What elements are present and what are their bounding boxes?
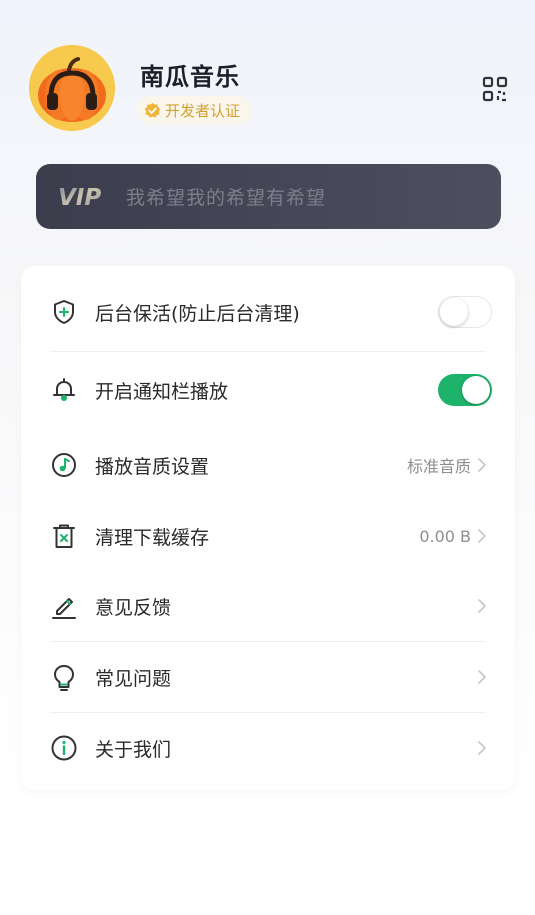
setting-label: 常见问题 (95, 667, 172, 690)
lightbulb-icon (54, 665, 74, 691)
setting-feedback[interactable]: 意见反馈 (21, 571, 515, 641)
notification-toggle[interactable] (438, 374, 492, 406)
setting-audio-quality[interactable]: 播放音质设置 标准音质 (21, 430, 515, 500)
chevron-right-icon (478, 458, 486, 472)
bell-icon (53, 378, 75, 401)
shield-plus-icon (54, 300, 74, 324)
vip-logo: VIP (58, 185, 101, 210)
setting-label: 后台保活(防止后台清理) (95, 302, 300, 325)
setting-about[interactable]: 关于我们 (21, 713, 515, 783)
badge-label: 开发者认证 (165, 101, 241, 120)
setting-label: 意见反馈 (95, 596, 172, 619)
setting-label: 清理下载缓存 (95, 526, 210, 549)
toggle-knob (462, 376, 490, 404)
pumpkin-headphones-icon (29, 45, 115, 131)
info-icon (51, 735, 77, 761)
svg-text:VIP: VIP (58, 185, 101, 210)
setting-background-keepalive[interactable]: 后台保活(防止后台清理) (21, 277, 515, 347)
settings-card: 后台保活(防止后台清理) 开启通知栏播放 播放音质设置 标准音质 清理下载缓存 … (21, 266, 515, 790)
profile-header: 南瓜音乐 开发者认证 (0, 0, 535, 160)
setting-value: 0.00 B (419, 526, 471, 546)
chevron-right-icon (478, 529, 486, 543)
app-avatar[interactable] (29, 45, 115, 131)
setting-value: 标准音质 (406, 457, 471, 476)
setting-label: 开启通知栏播放 (95, 380, 229, 403)
toggle-knob (440, 298, 468, 326)
keepalive-toggle[interactable] (438, 296, 492, 328)
qr-code-icon[interactable] (482, 76, 508, 102)
setting-faq[interactable]: 常见问题 (21, 642, 515, 712)
setting-notification-playback[interactable]: 开启通知栏播放 (21, 355, 515, 425)
edit-pen-icon (52, 598, 76, 619)
setting-clear-cache[interactable]: 清理下载缓存 0.00 B (21, 501, 515, 571)
chevron-right-icon (478, 599, 486, 613)
trash-icon (53, 524, 75, 548)
chevron-right-icon (478, 741, 486, 755)
verified-check-icon (144, 102, 161, 117)
setting-label: 播放音质设置 (95, 455, 210, 478)
developer-badge: 开发者认证 (136, 96, 253, 124)
app-name: 南瓜音乐 (140, 63, 240, 91)
setting-label: 关于我们 (95, 738, 172, 761)
divider (50, 351, 486, 352)
music-note-icon (52, 453, 76, 477)
chevron-right-icon (478, 670, 486, 684)
vip-banner[interactable]: VIP 我希望我的希望有希望 (36, 164, 501, 229)
vip-slogan: 我希望我的希望有希望 (126, 187, 327, 209)
